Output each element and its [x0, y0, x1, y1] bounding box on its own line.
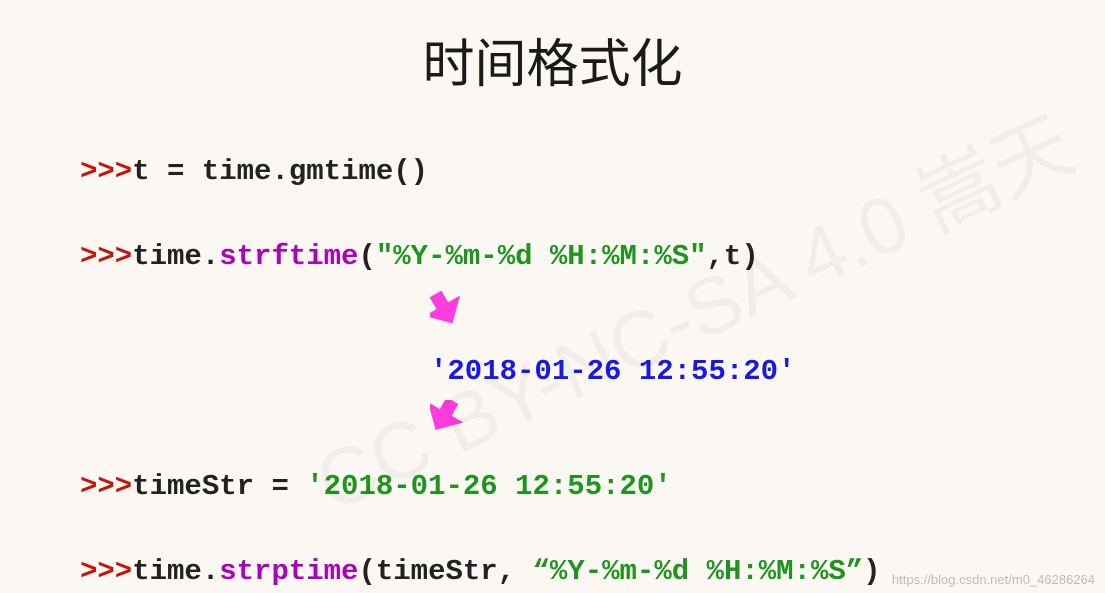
- source-watermark: https://blog.csdn.net/m0_46286264: [892, 572, 1095, 587]
- func-name: strftime: [219, 240, 358, 273]
- repl-prompt: >>>: [80, 470, 132, 503]
- arrow-down-icon: [430, 290, 464, 324]
- repl-prompt: >>>: [80, 155, 132, 188]
- code-text: timeStr =: [132, 470, 306, 503]
- repl-prompt: >>>: [80, 240, 132, 273]
- code-text: t = time.gmtime(): [132, 155, 428, 188]
- string-literal: "%Y-%m-%d %H:%M:%S": [376, 240, 707, 273]
- string-literal: “%Y-%m-%d %H:%M:%S”: [533, 555, 864, 588]
- code-text: time.: [132, 555, 219, 588]
- code-text: (: [358, 555, 375, 588]
- code-text: timeStr,: [376, 555, 533, 588]
- func-name: strptime: [219, 555, 358, 588]
- code-line-1: >>>t = time.gmtime(): [80, 155, 428, 188]
- code-text: ): [863, 555, 880, 588]
- code-line-3: >>>timeStr = '2018-01-26 12:55:20': [80, 470, 672, 503]
- code-line-4: >>>time.strptime(timeStr, “%Y-%m-%d %H:%…: [80, 555, 881, 588]
- code-text: ,t): [707, 240, 759, 273]
- code-text: time.: [132, 240, 219, 273]
- string-literal: '2018-01-26 12:55:20': [306, 470, 671, 503]
- code-output: '2018-01-26 12:55:20': [430, 355, 795, 388]
- repl-prompt: >>>: [80, 555, 132, 588]
- slide-title: 时间格式化: [0, 22, 1105, 97]
- arrow-down-icon: [430, 400, 464, 434]
- output-text: '2018-01-26 12:55:20': [430, 355, 795, 388]
- license-watermark: CC BY-NC-SA 4.0 嵩天: [294, 81, 1090, 534]
- code-text: (: [358, 240, 375, 273]
- code-line-2: >>>time.strftime("%Y-%m-%d %H:%M:%S",t): [80, 240, 759, 273]
